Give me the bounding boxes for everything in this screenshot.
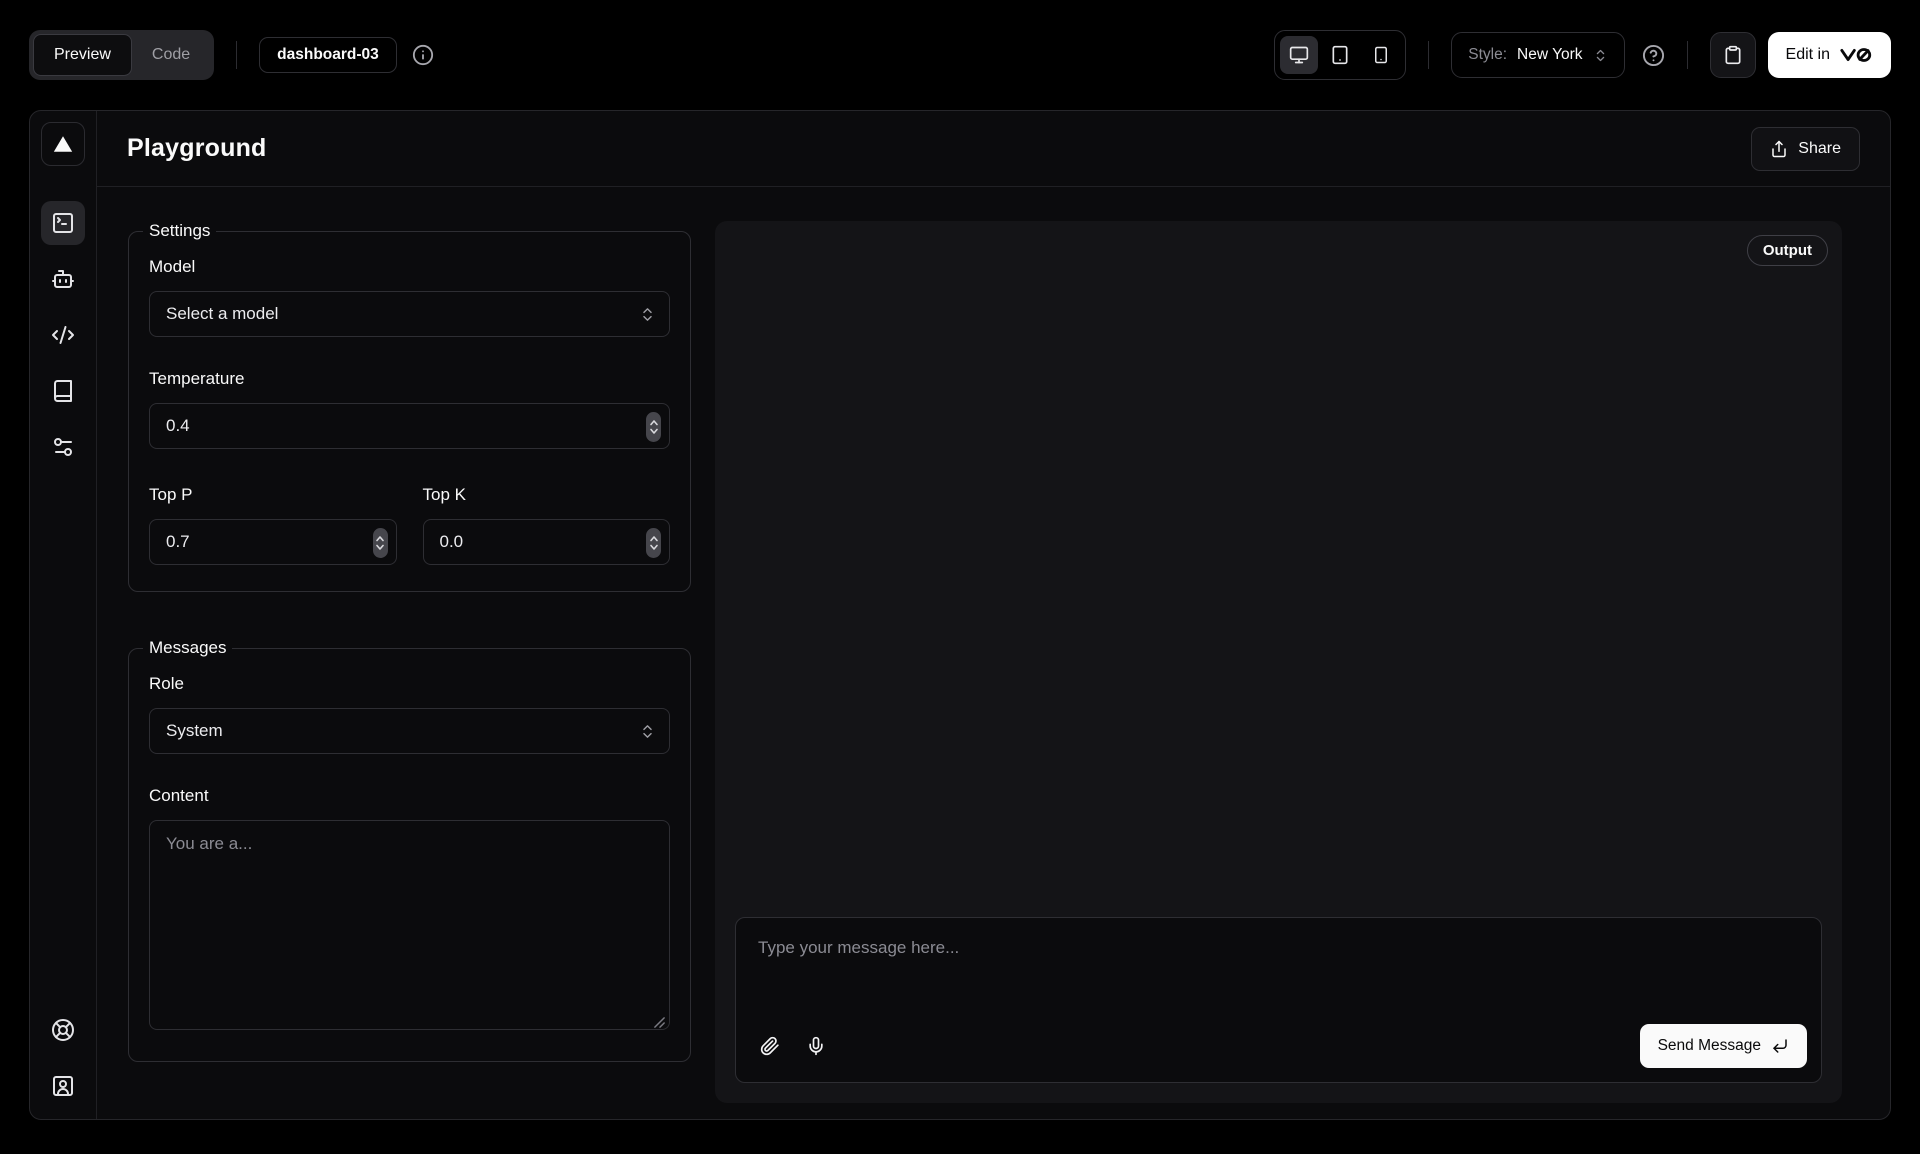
model-label: Model: [149, 257, 670, 277]
view-toggle: Preview Code: [29, 30, 214, 80]
help-icon[interactable]: [1642, 44, 1665, 67]
sidebar-footer: [41, 1008, 85, 1108]
messages-legend: Messages: [143, 638, 232, 658]
return-key-icon: [1771, 1037, 1789, 1055]
paperclip-icon: [760, 1036, 780, 1056]
style-value: New York: [1517, 46, 1582, 64]
resize-grip-icon[interactable]: [653, 1016, 666, 1029]
smartphone-icon: [1372, 46, 1390, 64]
square-terminal-icon: [51, 211, 75, 235]
role-select-value: System: [166, 721, 223, 741]
tablet-icon: [1330, 45, 1350, 65]
model-select-value: Select a model: [166, 304, 278, 324]
temperature-input[interactable]: [149, 403, 670, 449]
phone-view-button[interactable]: [1362, 36, 1400, 74]
sidebar-item-help[interactable]: [41, 1008, 85, 1052]
settings-fieldset: Settings Model Select a model Temperatur…: [128, 221, 691, 592]
sidebar-item-models[interactable]: [41, 257, 85, 301]
sidebar-item-playground[interactable]: [41, 201, 85, 245]
info-icon[interactable]: [412, 44, 434, 66]
desktop-view-button[interactable]: [1280, 36, 1318, 74]
sidebar-item-settings[interactable]: [41, 425, 85, 469]
divider: [236, 41, 237, 69]
divider: [1687, 41, 1688, 69]
code-tab[interactable]: Code: [132, 34, 210, 76]
output-panel: Output Send Message: [715, 221, 1842, 1103]
settings-form: Settings Model Select a model Temperatur…: [128, 221, 691, 1103]
number-stepper-icon[interactable]: [373, 528, 388, 558]
top-k-field[interactable]: [440, 532, 654, 552]
app-frame: Playground Share Settings Model Select a…: [29, 110, 1891, 1120]
message-textarea[interactable]: [750, 928, 1807, 998]
style-dropdown[interactable]: Style: New York: [1451, 32, 1624, 78]
temperature-label: Temperature: [149, 369, 670, 389]
preview-tab[interactable]: Preview: [33, 34, 132, 76]
output-badge: Output: [1747, 235, 1828, 266]
share-icon: [1770, 140, 1788, 158]
settings-legend: Settings: [143, 221, 216, 241]
divider: [1428, 41, 1429, 69]
book-icon: [51, 379, 75, 403]
top-p-input[interactable]: [149, 519, 397, 565]
v0-preview-window: Preview Code dashboard-03: [0, 0, 1920, 1154]
role-label: Role: [149, 674, 670, 694]
copy-button[interactable]: [1710, 32, 1756, 78]
message-composer: Send Message: [735, 917, 1822, 1083]
messages-fieldset: Messages Role System Content: [128, 638, 691, 1062]
monitor-icon: [1289, 45, 1309, 65]
chevrons-up-down-icon: [1593, 48, 1608, 63]
sidebar-item-api[interactable]: [41, 313, 85, 357]
temperature-field[interactable]: [166, 416, 653, 436]
project-badge[interactable]: dashboard-03: [259, 37, 397, 73]
bot-icon: [51, 267, 75, 291]
number-stepper-icon[interactable]: [646, 412, 661, 442]
code-icon: [51, 323, 75, 347]
chevrons-up-down-icon: [639, 306, 656, 323]
tablet-view-button[interactable]: [1321, 36, 1359, 74]
send-message-button[interactable]: Send Message: [1640, 1024, 1807, 1068]
top-k-label: Top K: [423, 485, 671, 505]
triangle-logo-icon: [52, 133, 74, 155]
sidebar: [30, 111, 97, 1119]
mic-icon: [806, 1036, 826, 1056]
top-toolbar: Preview Code dashboard-03: [0, 0, 1920, 110]
top-k-input[interactable]: [423, 519, 671, 565]
logo-button[interactable]: [41, 122, 85, 166]
content-textarea[interactable]: [149, 820, 670, 1030]
edit-in-v0-label: Edit in: [1786, 46, 1830, 64]
content-area: Playground Share Settings Model Select a…: [97, 111, 1890, 1119]
sidebar-item-account[interactable]: [41, 1064, 85, 1108]
style-label: Style:: [1468, 46, 1507, 64]
number-stepper-icon[interactable]: [646, 528, 661, 558]
role-select[interactable]: System: [149, 708, 670, 754]
main-grid: Settings Model Select a model Temperatur…: [97, 187, 1890, 1119]
edit-in-v0-button[interactable]: Edit in: [1768, 32, 1891, 78]
device-toggle-group: [1274, 30, 1406, 80]
top-p-label: Top P: [149, 485, 397, 505]
microphone-button[interactable]: [796, 1026, 836, 1066]
sidebar-nav: [41, 201, 85, 469]
sidebar-item-documentation[interactable]: [41, 369, 85, 413]
send-message-label: Send Message: [1658, 1037, 1761, 1055]
v0-logo-icon: [1839, 45, 1873, 65]
model-select[interactable]: Select a model: [149, 291, 670, 337]
share-button[interactable]: Share: [1751, 127, 1860, 171]
share-label: Share: [1798, 140, 1841, 158]
top-p-field[interactable]: [166, 532, 380, 552]
clipboard-icon: [1723, 45, 1743, 65]
settings-sliders-icon: [51, 435, 75, 459]
chevrons-up-down-icon: [639, 723, 656, 740]
user-account-icon: [51, 1074, 75, 1098]
page-title: Playground: [127, 134, 267, 163]
life-buoy-icon: [51, 1018, 75, 1042]
content-label: Content: [149, 786, 670, 806]
page-header: Playground Share: [97, 111, 1890, 187]
attach-file-button[interactable]: [750, 1026, 790, 1066]
